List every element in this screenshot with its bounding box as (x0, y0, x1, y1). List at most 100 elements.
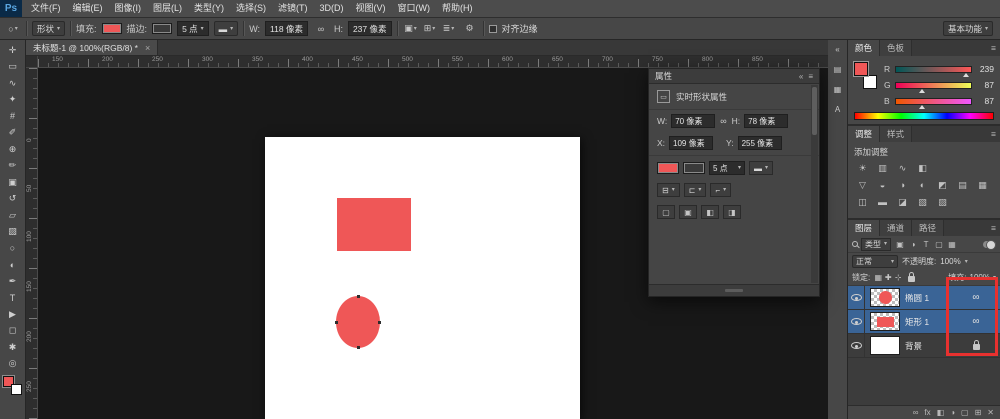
photo-filter-icon[interactable]: ◩ (934, 178, 951, 192)
lock-transparent-icon[interactable]: ▦ (873, 272, 883, 283)
shape-width-field[interactable]: 118 像素 (265, 21, 308, 36)
move-tool[interactable]: ✛ (2, 42, 24, 59)
layer-style-icon[interactable]: fx (924, 408, 930, 417)
history-brush-tool[interactable]: ↺ (2, 191, 24, 208)
menu-item[interactable]: 文件(F) (25, 0, 67, 17)
shape-x-field[interactable]: 109 像素 (669, 136, 714, 150)
panel-menu-icon[interactable]: ≡ (987, 220, 1000, 236)
red-value[interactable]: 239 (976, 64, 994, 74)
filter-toggle-switch[interactable] (983, 239, 996, 250)
filter-smart-icon[interactable]: ▦ (946, 238, 958, 250)
gradient-map-icon[interactable]: ▧ (914, 195, 931, 209)
anchor-point[interactable] (335, 320, 338, 324)
pen-tool[interactable]: ✒ (2, 273, 24, 290)
menu-item[interactable]: 帮助(H) (436, 0, 479, 17)
green-slider[interactable] (895, 81, 972, 93)
ellipse-fill[interactable] (336, 296, 380, 348)
anchor-point[interactable] (378, 320, 381, 324)
tab-swatches[interactable]: 色板 (880, 40, 913, 56)
shape-tool[interactable]: ◻ (2, 323, 24, 340)
delete-layer-icon[interactable]: ✕ (987, 408, 994, 417)
quick-selection-tool[interactable]: ✦ (2, 92, 24, 109)
new-layer-icon[interactable]: ⊞ (975, 408, 982, 417)
tab-color[interactable]: 颜色 (848, 40, 881, 56)
visibility-toggle[interactable] (848, 310, 865, 333)
filter-pixel-icon[interactable]: ▣ (894, 238, 906, 250)
layer-group-icon[interactable]: ▢ (961, 408, 969, 417)
channel-mixer-icon[interactable]: ▤ (954, 178, 971, 192)
eraser-tool[interactable]: ▱ (2, 207, 24, 224)
resize-grip[interactable] (725, 289, 743, 292)
document-tab[interactable]: 未标题-1 @ 100%(RGB/8) * × (26, 40, 159, 55)
link-dimensions-icon[interactable]: ∞ (313, 21, 329, 37)
tab-paths[interactable]: 路径 (912, 220, 945, 236)
curves-icon[interactable]: ∿ (894, 161, 911, 175)
layer-thumbnail[interactable] (870, 288, 900, 307)
tab-adjustments[interactable]: 调整 (848, 126, 881, 142)
crop-tool[interactable]: # (2, 108, 24, 125)
layer-thumbnail[interactable] (870, 312, 900, 331)
layer-thumbnail[interactable] (870, 336, 900, 355)
slider-thumb[interactable] (918, 88, 925, 93)
anchor-point[interactable] (356, 295, 360, 298)
filter-type-icon[interactable]: T (920, 238, 932, 250)
zoom-tool[interactable]: ◎ (2, 356, 24, 373)
tab-styles[interactable]: 样式 (880, 126, 913, 142)
threshold-icon[interactable]: ◪ (894, 195, 911, 209)
blue-slider[interactable] (895, 97, 972, 109)
invert-icon[interactable]: ◫ (854, 195, 871, 209)
posterize-icon[interactable]: ▬ (874, 195, 891, 209)
clone-stamp-tool[interactable]: ▣ (2, 174, 24, 191)
tab-channels[interactable]: 通道 (880, 220, 913, 236)
shape-height-field[interactable]: 237 像素 (347, 21, 392, 36)
background-color-swatch[interactable] (863, 75, 877, 89)
type-tool[interactable]: T (2, 290, 24, 307)
menu-item[interactable]: 图像(I) (109, 0, 148, 17)
visibility-toggle[interactable] (848, 334, 865, 357)
menu-item[interactable]: 视图(V) (350, 0, 392, 17)
healing-brush-tool[interactable]: ⊕ (2, 141, 24, 158)
marquee-tool[interactable]: ▭ (2, 59, 24, 76)
properties-panel-header[interactable]: 属性 « ≡ (649, 69, 819, 84)
path-op-subtract[interactable]: ▣ (679, 205, 697, 219)
menu-item[interactable]: 窗口(W) (392, 0, 437, 17)
brush-tool[interactable]: ✏ (2, 158, 24, 175)
visibility-toggle[interactable] (848, 286, 865, 309)
document-page[interactable] (265, 137, 580, 419)
gradient-tool[interactable]: ▨ (2, 224, 24, 241)
workspace-switcher[interactable]: 基本功能 ▾ (942, 21, 993, 36)
stroke-align-option[interactable]: ⊟ ▾ (657, 183, 680, 197)
stroke-swatch[interactable] (152, 23, 173, 34)
slider-thumb[interactable] (918, 104, 925, 109)
anchor-point[interactable] (356, 346, 360, 349)
vertical-ruler[interactable]: 0 50 100 150 200 250 300 (26, 68, 38, 419)
brightness-contrast-icon[interactable]: ☀ (854, 161, 871, 175)
stroke-caps-option[interactable]: ⊏ ▾ (683, 183, 707, 197)
ellipse-shape[interactable] (335, 295, 381, 349)
history-panel-icon[interactable]: ▤ (830, 63, 845, 76)
hue-saturation-icon[interactable]: ◒ (874, 178, 891, 192)
fill-swatch[interactable] (657, 162, 679, 174)
green-value[interactable]: 87 (976, 80, 994, 90)
lasso-tool[interactable]: ∿ (2, 75, 24, 92)
menu-item[interactable]: 图层(L) (147, 0, 188, 17)
collapse-panel-icon[interactable]: « (799, 72, 803, 81)
character-panel-icon[interactable]: A (830, 103, 845, 116)
stroke-swatch[interactable] (683, 162, 705, 174)
layer-filter-select[interactable]: 类型 ▾ (861, 237, 892, 251)
stroke-type-select[interactable]: ▬ ▾ (213, 21, 239, 36)
stroke-type-select[interactable]: ▬ ▾ (749, 161, 774, 175)
layer-mask-icon[interactable]: ◧ (937, 408, 945, 417)
panel-menu-icon[interactable]: ≡ (808, 72, 813, 81)
align-edges-checkbox[interactable] (488, 24, 497, 33)
background-color-swatch[interactable] (11, 384, 22, 395)
selective-color-icon[interactable]: ▨ (934, 195, 951, 209)
tab-layers[interactable]: 图层 (848, 220, 881, 236)
tool-mode-select[interactable]: 形状 ▾ (32, 21, 66, 36)
path-alignment-button[interactable]: ⊞ ▾ (422, 21, 438, 37)
adjustment-layer-icon[interactable]: ◑ (950, 408, 955, 417)
path-op-exclude[interactable]: ◨ (723, 205, 741, 219)
close-icon[interactable]: × (145, 43, 150, 53)
stroke-width-field[interactable]: 5 点 ▾ (709, 161, 745, 175)
stroke-width-field[interactable]: 5 点 ▾ (177, 21, 209, 36)
